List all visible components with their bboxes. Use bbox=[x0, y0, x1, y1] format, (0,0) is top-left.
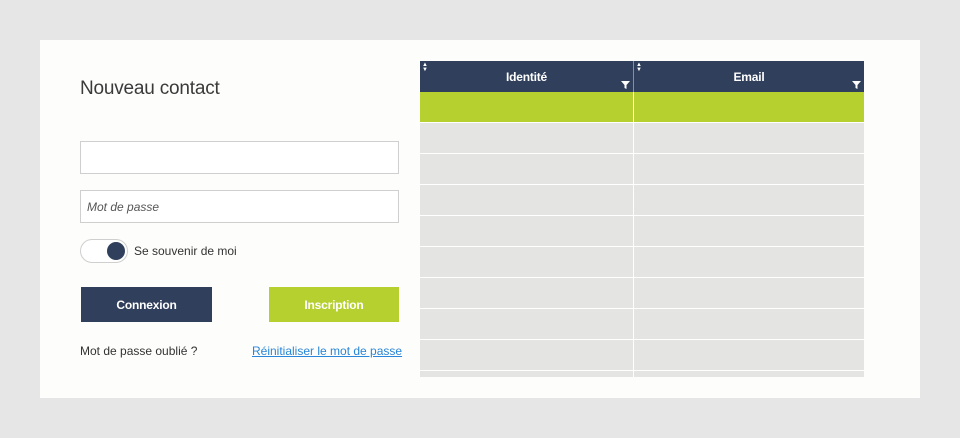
table-cell[interactable] bbox=[420, 340, 634, 370]
remember-me-toggle[interactable] bbox=[80, 239, 128, 263]
table-row[interactable] bbox=[420, 185, 864, 216]
grid-body bbox=[420, 92, 864, 377]
forgot-password-text: Mot de passe oublié ? bbox=[80, 344, 198, 358]
form-title: Nouveau contact bbox=[80, 78, 220, 99]
table-cell[interactable] bbox=[634, 371, 864, 377]
column-header-identite[interactable]: ▲ ▼ Identité bbox=[420, 61, 634, 92]
table-row[interactable] bbox=[420, 92, 864, 123]
table-cell[interactable] bbox=[634, 216, 864, 246]
table-cell[interactable] bbox=[634, 154, 864, 184]
table-row[interactable] bbox=[420, 309, 864, 340]
contacts-grid: ▲ ▼ Identité ▲ ▼ Email bbox=[420, 61, 864, 377]
sort-icon[interactable]: ▲ ▼ bbox=[422, 62, 428, 73]
table-row[interactable] bbox=[420, 123, 864, 154]
sort-icon[interactable]: ▲ ▼ bbox=[636, 62, 642, 73]
table-cell[interactable] bbox=[634, 123, 864, 153]
table-cell[interactable] bbox=[420, 92, 634, 122]
table-cell[interactable] bbox=[420, 216, 634, 246]
column-header-label: Email bbox=[733, 69, 765, 84]
table-row[interactable] bbox=[420, 154, 864, 185]
table-cell[interactable] bbox=[634, 340, 864, 370]
toggle-knob bbox=[107, 242, 125, 260]
table-cell[interactable] bbox=[634, 278, 864, 308]
table-cell[interactable] bbox=[634, 185, 864, 215]
filter-icon[interactable] bbox=[852, 81, 861, 89]
username-field[interactable] bbox=[80, 141, 399, 174]
password-field[interactable] bbox=[80, 190, 399, 223]
table-cell[interactable] bbox=[420, 309, 634, 339]
column-header-label: Identité bbox=[505, 69, 548, 84]
table-row[interactable] bbox=[420, 216, 864, 247]
table-row[interactable] bbox=[420, 340, 864, 371]
table-row[interactable] bbox=[420, 247, 864, 278]
table-cell[interactable] bbox=[634, 92, 864, 122]
table-cell[interactable] bbox=[634, 309, 864, 339]
table-cell[interactable] bbox=[420, 278, 634, 308]
table-cell[interactable] bbox=[420, 247, 634, 277]
remember-me-label: Se souvenir de moi bbox=[134, 244, 237, 258]
table-cell[interactable] bbox=[420, 154, 634, 184]
login-button[interactable]: Connexion bbox=[81, 287, 212, 322]
contact-card: Nouveau contact Se souvenir de moi Conne… bbox=[40, 40, 920, 398]
table-cell[interactable] bbox=[420, 185, 634, 215]
table-row[interactable] bbox=[420, 278, 864, 309]
table-row[interactable] bbox=[420, 371, 864, 377]
filter-icon[interactable] bbox=[621, 81, 630, 89]
table-cell[interactable] bbox=[420, 371, 634, 377]
table-cell[interactable] bbox=[420, 123, 634, 153]
signup-button[interactable]: Inscription bbox=[269, 287, 399, 322]
grid-header: ▲ ▼ Identité ▲ ▼ Email bbox=[420, 61, 864, 92]
reset-password-link[interactable]: Réinitialiser le mot de passe bbox=[252, 344, 402, 358]
table-cell[interactable] bbox=[634, 247, 864, 277]
column-header-email[interactable]: ▲ ▼ Email bbox=[634, 61, 864, 92]
